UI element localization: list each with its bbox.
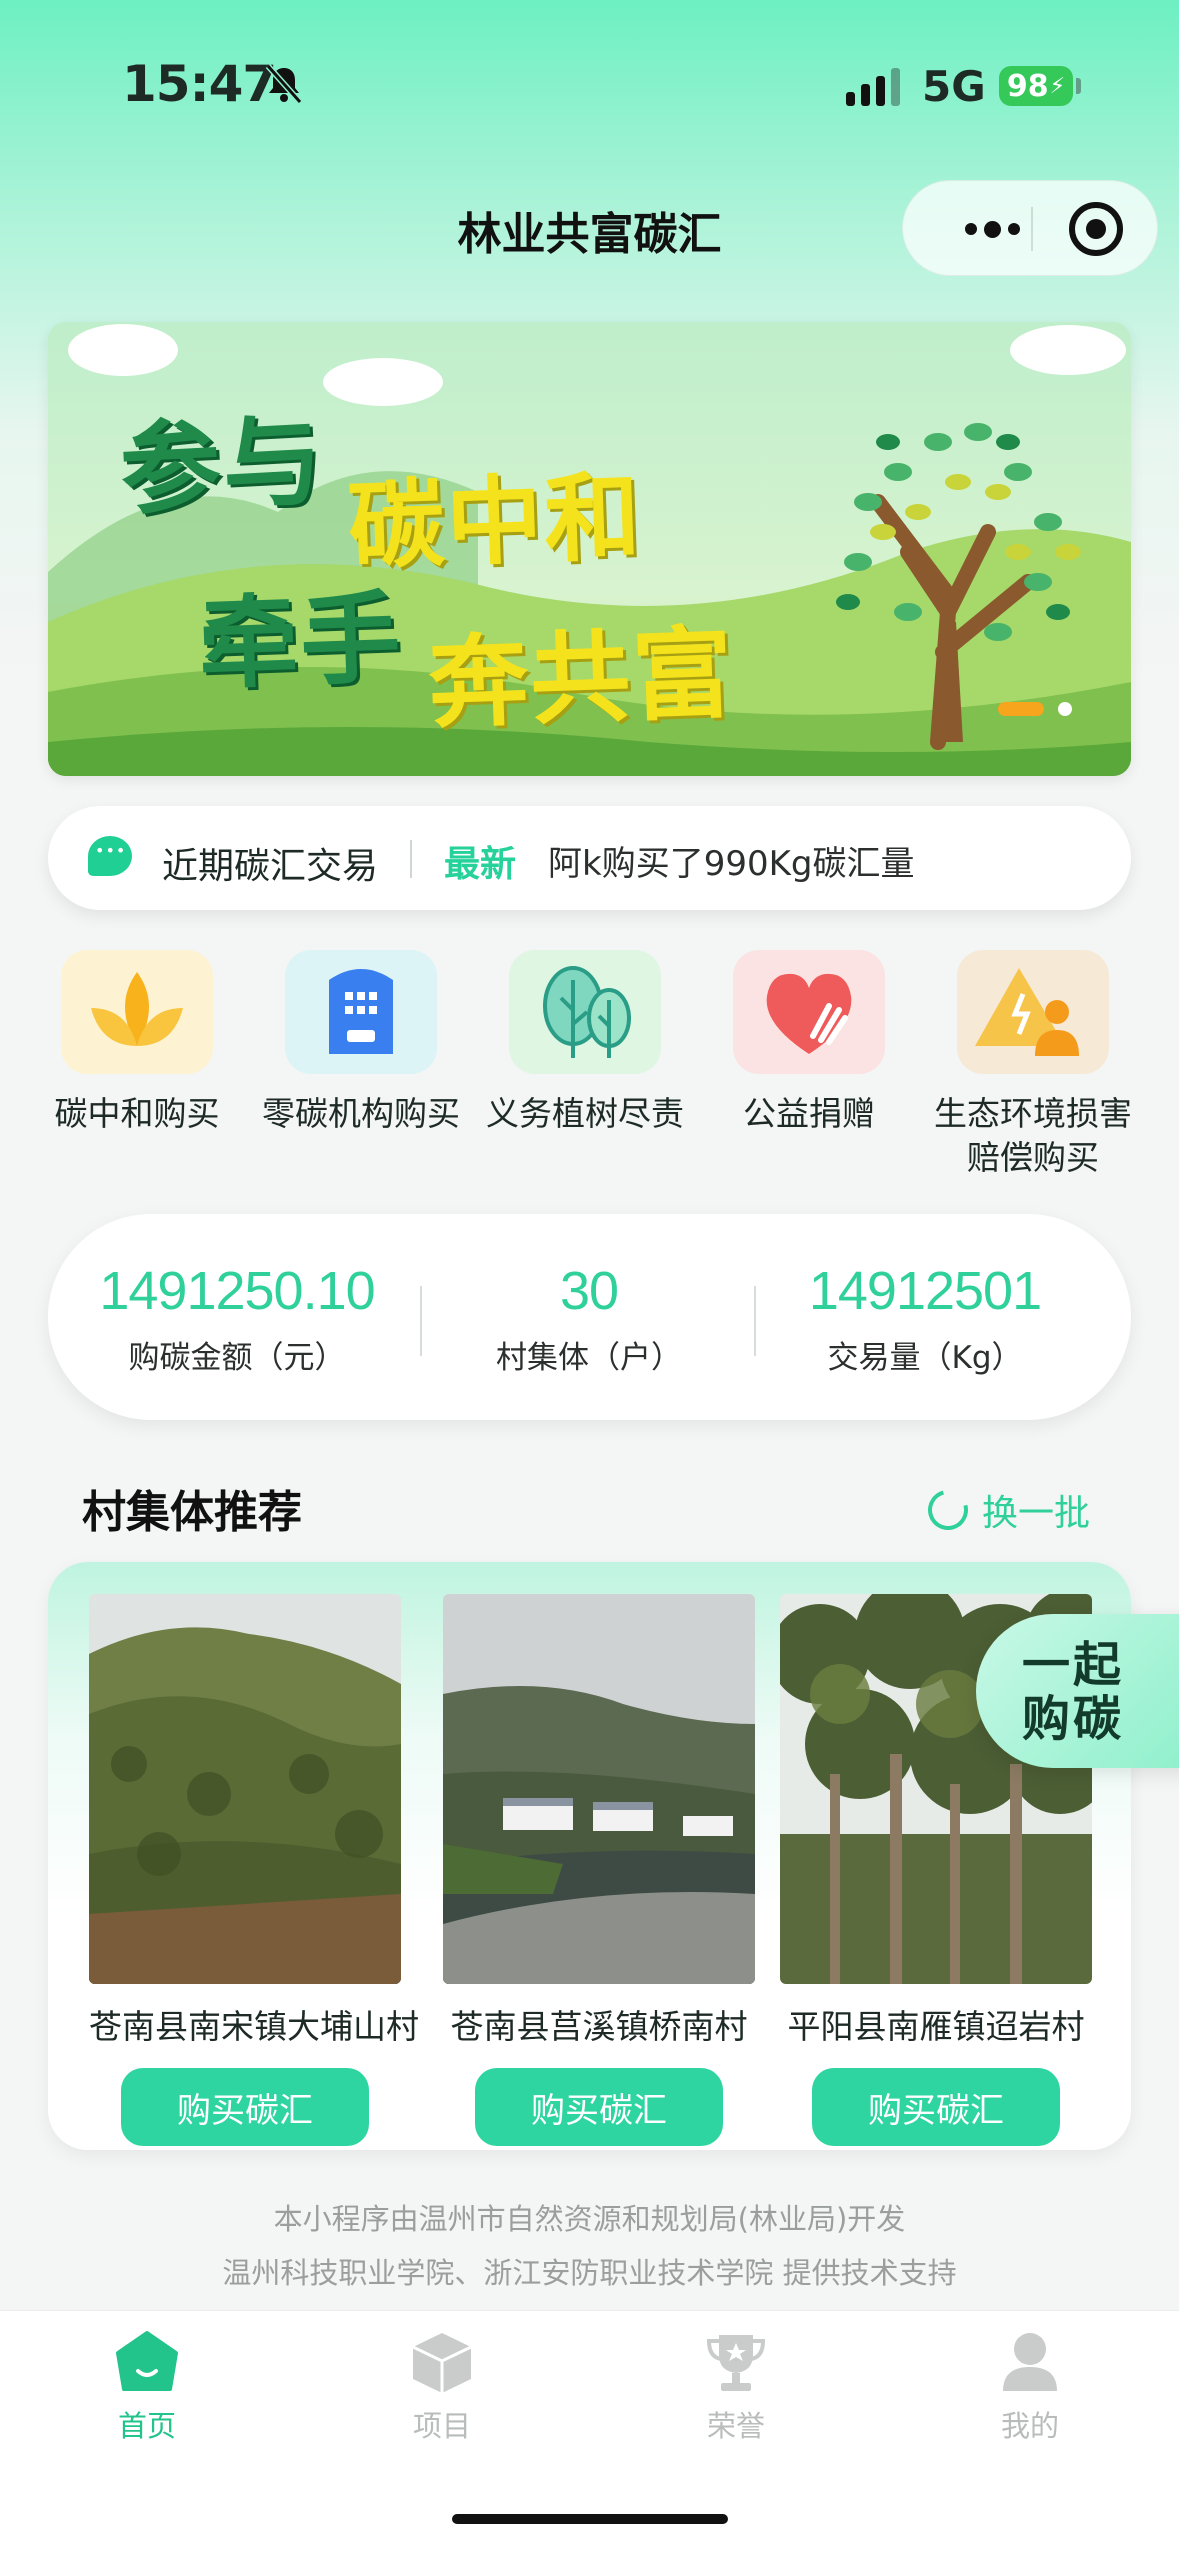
stat-amount: 1491250.10 购碳金额（元）	[72, 1260, 402, 1377]
float-button-line2: 购碳	[1022, 1691, 1125, 1747]
tab-label: 项目	[412, 2409, 471, 2443]
close-miniprogram-icon[interactable]	[1069, 202, 1123, 256]
battery-level: 98	[1006, 68, 1049, 104]
category-eco-compensation[interactable]: 生态环境损害赔偿购买	[926, 950, 1140, 1180]
stat-value: 1491250.10	[99, 1261, 375, 1321]
tab-label: 首页	[117, 2409, 176, 2443]
notice-title: 近期碳汇交易	[162, 846, 379, 887]
pagination-dot	[1058, 702, 1072, 716]
village-photo	[443, 1594, 755, 1984]
capsule-divider	[1031, 207, 1033, 251]
home-page: 15:47 5G 98 ⚡ 林业共富碳汇 参与 碳中和 牵手 奔共富 ••• 近…	[0, 0, 1179, 2556]
stat-label: 交易量（Kg）	[827, 1340, 1023, 1376]
banner-text-1a: 参与	[117, 400, 328, 530]
buy-carbon-button[interactable]: 购买碳汇	[812, 2068, 1060, 2146]
buy-together-float-button[interactable]: 一起 购碳	[976, 1614, 1179, 1768]
refresh-button[interactable]: 换一批	[920, 1482, 1091, 1538]
stat-villages: 30 村集体（户）	[424, 1260, 754, 1377]
category-zero-carbon-org[interactable]: 零碳机构购买	[254, 950, 468, 1136]
status-bar: 15:47 5G 98 ⚡	[0, 0, 1179, 170]
village-card[interactable]: 苍南县莒溪镇桥南村 购买碳汇	[443, 1594, 755, 2146]
bell-muted-icon	[265, 64, 303, 104]
battery-nub	[1076, 78, 1081, 94]
village-name: 苍南县南宋镇大埔山村	[89, 2007, 419, 2046]
banner-pagination	[998, 702, 1072, 716]
stat-divider	[420, 1286, 422, 1356]
trophy-icon	[703, 2329, 769, 2395]
village-photo	[89, 1594, 401, 1984]
pagination-dot-active	[998, 702, 1044, 716]
chat-bubble-icon	[88, 836, 132, 876]
buy-carbon-button[interactable]: 购买碳汇	[475, 2068, 723, 2146]
network-type: 5G	[922, 62, 986, 111]
category-donation[interactable]: 公益捐赠	[702, 950, 916, 1136]
section-title: 村集体推荐	[82, 1487, 302, 1538]
notice-tag: 最新	[444, 844, 517, 885]
category-carbon-neutral[interactable]: 碳中和购买	[30, 950, 244, 1136]
footer-credit-2: 温州科技职业学院、浙江安防职业技术学院 提供技术支持	[222, 2256, 957, 2290]
banner-text-2a: 牵手	[196, 578, 405, 704]
category-label: 公益捐赠	[743, 1094, 875, 1133]
refresh-label: 换一批	[982, 1493, 1091, 1534]
footer-credit-1: 本小程序由温州市自然资源和规划局(林业局)开发	[273, 2202, 906, 2236]
warning-person-icon	[957, 950, 1109, 1074]
notice-divider	[410, 840, 412, 878]
banner-text-2b: 奔共富	[426, 613, 737, 743]
village-name: 平阳县南雁镇迢岩村	[787, 2007, 1085, 2046]
tab-home[interactable]: 首页	[47, 2329, 247, 2445]
village-card[interactable]: 苍南县南宋镇大埔山村 购买碳汇	[89, 1594, 419, 2146]
home-indicator	[452, 2514, 728, 2524]
stat-label: 村集体（户）	[496, 1340, 682, 1376]
village-name: 苍南县莒溪镇桥南村	[450, 2007, 748, 2046]
promo-banner[interactable]: 参与 碳中和 牵手 奔共富	[48, 322, 1131, 776]
stat-label: 购碳金额（元）	[128, 1340, 346, 1376]
heart-hands-icon	[733, 950, 885, 1074]
stats-card: 1491250.10 购碳金额（元） 30 村集体（户） 14912501 交易…	[48, 1214, 1131, 1420]
status-time: 15:47	[122, 55, 277, 113]
stat-value: 14912501	[808, 1261, 1042, 1321]
tab-projects[interactable]: 项目	[342, 2329, 542, 2445]
recent-transactions-notice[interactable]: 近期碳汇交易 最新 阿k购买了990Kg碳汇量	[48, 806, 1131, 910]
float-button-text: 一起 购碳	[1022, 1638, 1124, 1746]
category-label: 义务植树尽责	[486, 1094, 684, 1133]
buy-carbon-button[interactable]: 购买碳汇	[121, 2068, 369, 2146]
category-label: 零碳机构购买	[262, 1094, 460, 1133]
box-icon	[409, 2329, 475, 2395]
leaf-icon	[61, 950, 213, 1074]
person-icon	[997, 2329, 1063, 2395]
category-label: 生态环境损害赔偿购买	[934, 1094, 1132, 1177]
stat-divider	[754, 1286, 756, 1356]
category-grid: 碳中和购买 零碳机构购买 义务植树尽责 公益捐赠 生态环境损害赔偿购买	[30, 950, 1150, 1180]
notice-message: 阿k购买了990Kg碳汇量	[548, 844, 915, 884]
battery-icon: 98 ⚡	[999, 66, 1073, 106]
float-button-line1: 一起	[1022, 1637, 1125, 1693]
tab-profile[interactable]: 我的	[930, 2329, 1130, 2445]
village-recommendations: 苍南县南宋镇大埔山村 购买碳汇 苍南县莒溪镇桥南村 购买碳汇 平阳县南雁镇迢岩村…	[48, 1562, 1131, 2150]
stat-volume: 14912501 交易量（Kg）	[760, 1260, 1090, 1377]
signal-icon	[846, 68, 900, 106]
tab-label: 荣誉	[706, 2409, 765, 2443]
trees-icon	[509, 950, 661, 1074]
home-icon	[114, 2329, 180, 2395]
category-label: 碳中和购买	[54, 1094, 220, 1133]
stat-value: 30	[559, 1261, 619, 1321]
refresh-icon	[920, 1482, 976, 1538]
tab-honors[interactable]: 荣誉	[636, 2329, 836, 2445]
miniprogram-capsule	[902, 180, 1158, 276]
category-tree-planting[interactable]: 义务植树尽责	[478, 950, 692, 1136]
tab-label: 我的	[1000, 2409, 1059, 2443]
building-icon	[285, 950, 437, 1074]
